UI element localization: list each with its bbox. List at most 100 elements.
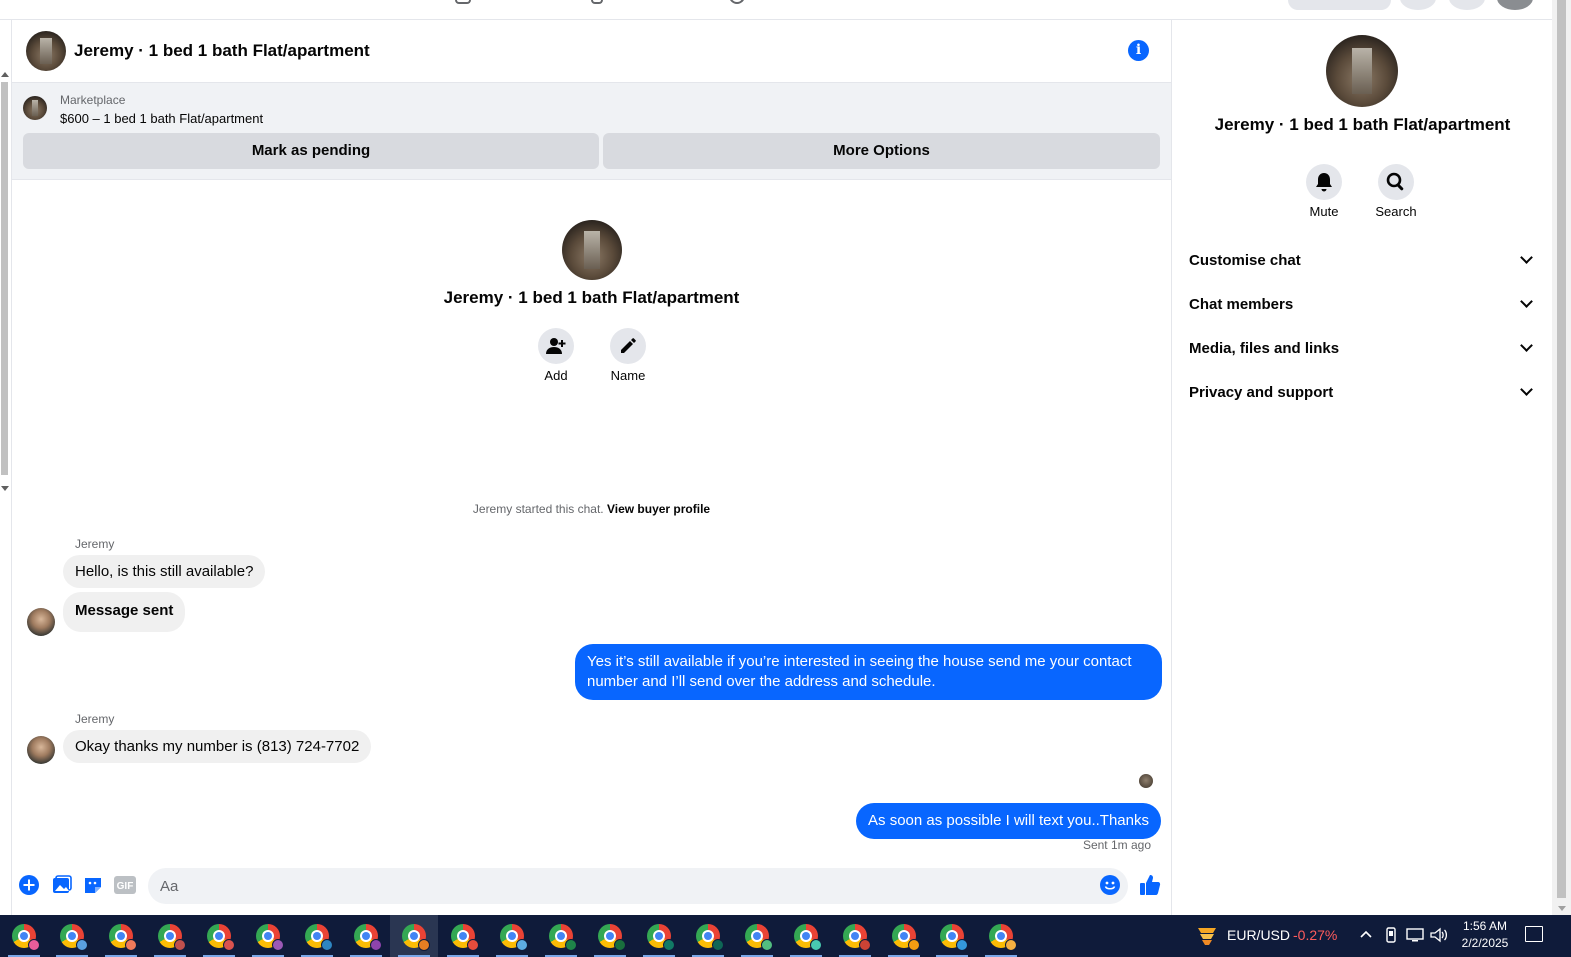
incoming-message[interactable]: Okay thanks my number is (813) 724-7702 bbox=[63, 730, 372, 763]
profile-badge-icon bbox=[956, 939, 968, 951]
profile-badge-icon bbox=[761, 939, 773, 951]
section-label: Privacy and support bbox=[1189, 383, 1334, 401]
message-sender-name: Jeremy bbox=[75, 537, 115, 551]
profile-badge-icon bbox=[223, 939, 235, 951]
taskbar-chrome-app[interactable] bbox=[97, 915, 145, 957]
customise-chat-section[interactable]: Customise chat bbox=[1189, 240, 1537, 280]
add-person-icon bbox=[546, 338, 566, 354]
nav-video-icon[interactable] bbox=[591, 0, 603, 4]
photo-icon[interactable] bbox=[51, 874, 73, 896]
intro-title: Jeremy · 1 bed 1 bath Flat/apartment bbox=[443, 288, 740, 307]
mute-label: Mute bbox=[1309, 204, 1339, 219]
taskbar-chrome-app[interactable] bbox=[586, 915, 634, 957]
message-sent-notice[interactable]: Message sent bbox=[63, 592, 186, 632]
profile-badge-icon bbox=[516, 939, 528, 951]
view-buyer-profile-link[interactable]: View buyer profile bbox=[607, 502, 710, 516]
notification-center-icon[interactable] bbox=[1525, 926, 1543, 942]
network-icon[interactable] bbox=[1406, 927, 1424, 943]
taskbar-chrome-app[interactable] bbox=[244, 915, 292, 957]
taskbar-chrome-app[interactable] bbox=[928, 915, 976, 957]
chat-members-section[interactable]: Chat members bbox=[1189, 284, 1537, 324]
outgoing-message[interactable]: As soon as possible I will text you..Tha… bbox=[856, 803, 1161, 839]
nav-groups-icon[interactable] bbox=[729, 0, 745, 4]
taskbar-chrome-app-active[interactable] bbox=[390, 915, 438, 957]
scrollbar-thumb[interactable] bbox=[1, 82, 8, 475]
taskbar-chrome-app[interactable] bbox=[684, 915, 732, 957]
message-input[interactable] bbox=[148, 868, 1128, 904]
section-label: Customise chat bbox=[1189, 251, 1301, 269]
message-composer: GIF bbox=[12, 866, 1171, 910]
seen-avatar-icon bbox=[1139, 774, 1153, 788]
taskbar-chrome-app[interactable] bbox=[0, 915, 48, 957]
ticker-symbol[interactable]: EUR/USD bbox=[1227, 927, 1290, 943]
taskbar-chrome-app[interactable] bbox=[146, 915, 194, 957]
scroll-down-arrow-icon[interactable] bbox=[1, 486, 9, 491]
taskbar-chrome-app[interactable] bbox=[293, 915, 341, 957]
more-options-button[interactable]: More Options bbox=[603, 133, 1160, 169]
mark-as-pending-button[interactable]: Mark as pending bbox=[23, 133, 599, 169]
listing-thumbnail[interactable] bbox=[23, 96, 47, 120]
chevron-down-icon bbox=[1520, 383, 1533, 396]
taskbar-chrome-app[interactable] bbox=[439, 915, 487, 957]
top-nav-strip bbox=[0, 0, 1552, 20]
taskbar-chrome-app[interactable] bbox=[488, 915, 536, 957]
taskbar-chrome-app[interactable] bbox=[880, 915, 928, 957]
search-in-chat-button[interactable] bbox=[1378, 164, 1414, 200]
add-people-button[interactable] bbox=[538, 328, 574, 364]
taskbar-chrome-app[interactable] bbox=[733, 915, 781, 957]
outgoing-message[interactable]: Yes it’s still available if you’re inter… bbox=[575, 644, 1162, 700]
taskbar-chrome-app[interactable] bbox=[195, 915, 243, 957]
taskbar-chrome-app[interactable] bbox=[977, 915, 1025, 957]
plus-icon[interactable] bbox=[18, 874, 40, 896]
profile-badge-icon bbox=[125, 939, 137, 951]
taskbar-chrome-app[interactable] bbox=[635, 915, 683, 957]
add-label: Add bbox=[544, 368, 568, 383]
like-icon[interactable] bbox=[1139, 874, 1161, 896]
profile-badge-icon bbox=[712, 939, 724, 951]
taskbar: EUR/USD -0.27% 1:56 AM 2/2/2025 bbox=[0, 915, 1571, 957]
profile-badge-icon bbox=[28, 939, 40, 951]
scroll-down-arrow-icon[interactable] bbox=[1558, 906, 1566, 911]
sender-avatar[interactable] bbox=[27, 608, 55, 636]
scroll-up-arrow-icon[interactable] bbox=[1, 72, 9, 77]
page-scrollbar[interactable] bbox=[1552, 0, 1571, 915]
system-clock[interactable]: 1:56 AM 2/2/2025 bbox=[1455, 918, 1515, 952]
scrollbar-thumb[interactable] bbox=[1557, 0, 1566, 898]
notifications-icon[interactable] bbox=[1449, 0, 1485, 10]
taskbar-chrome-app[interactable] bbox=[537, 915, 585, 957]
device-icon[interactable] bbox=[1385, 927, 1397, 943]
nav-marketplace-icon[interactable] bbox=[455, 0, 471, 4]
messenger-window: Jeremy · 1 bed 1 bath Flat/apartment i M… bbox=[0, 0, 1571, 957]
emoji-icon[interactable] bbox=[1099, 874, 1121, 896]
currency-widget-icon[interactable] bbox=[1196, 924, 1218, 946]
sender-avatar[interactable] bbox=[27, 736, 55, 764]
show-hidden-icons-chevron-icon[interactable] bbox=[1360, 929, 1372, 939]
volume-icon[interactable] bbox=[1430, 927, 1448, 943]
chat-title[interactable]: Jeremy · 1 bed 1 bath Flat/apartment bbox=[74, 41, 370, 61]
incoming-message[interactable]: Hello, is this still available? bbox=[63, 555, 266, 588]
taskbar-chrome-app[interactable] bbox=[782, 915, 830, 957]
menu-grid-icon[interactable] bbox=[1400, 0, 1436, 10]
listing-price-line[interactable]: $600 – 1 bed 1 bath Flat/apartment bbox=[60, 111, 263, 126]
edit-name-button[interactable] bbox=[610, 328, 646, 364]
taskbar-chrome-app[interactable] bbox=[831, 915, 879, 957]
taskbar-chrome-app[interactable] bbox=[48, 915, 96, 957]
listing-avatar[interactable] bbox=[26, 31, 66, 71]
profile-badge-icon bbox=[1005, 939, 1017, 951]
section-label: Chat members bbox=[1189, 295, 1294, 313]
section-label: Media, files and links bbox=[1189, 339, 1340, 357]
mute-button[interactable] bbox=[1306, 164, 1342, 200]
sticker-icon[interactable] bbox=[82, 874, 104, 896]
ticker-change[interactable]: -0.27% bbox=[1293, 927, 1337, 943]
account-avatar-icon[interactable] bbox=[1497, 0, 1533, 10]
privacy-support-section[interactable]: Privacy and support bbox=[1189, 372, 1537, 412]
profile-badge-icon bbox=[467, 939, 479, 951]
media-files-links-section[interactable]: Media, files and links bbox=[1189, 328, 1537, 368]
bell-icon bbox=[1316, 173, 1332, 192]
gif-icon[interactable]: GIF bbox=[114, 874, 136, 896]
info-icon[interactable]: i bbox=[1128, 40, 1149, 61]
taskbar-chrome-app[interactable] bbox=[342, 915, 390, 957]
profile-badge-icon bbox=[663, 939, 675, 951]
left-scrollbar[interactable] bbox=[0, 68, 9, 493]
nav-search-pill[interactable] bbox=[1288, 0, 1391, 10]
